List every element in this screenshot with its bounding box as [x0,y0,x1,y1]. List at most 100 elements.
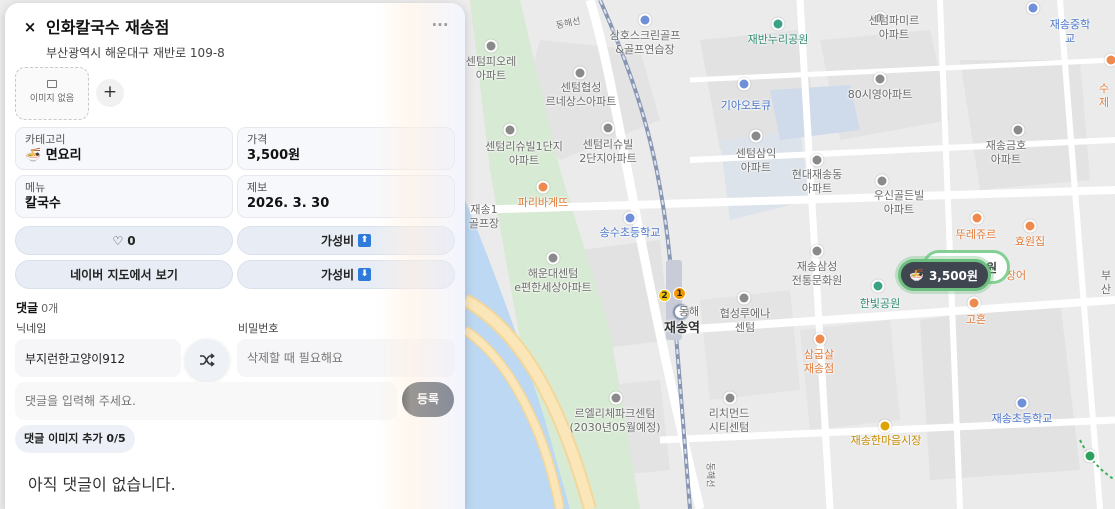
image-empty-label: 이미지 없음 [29,94,75,104]
like-button[interactable]: ♡ 0 [15,226,233,255]
map-label-usin-golden: 우신골든빌 아파트 [873,189,925,216]
submit-comment-button[interactable]: 등록 [402,382,454,417]
culture-center-icon [810,244,824,258]
map-label-sudo: 수제 [1098,82,1110,109]
map-label-gohon: 고혼 [965,313,987,326]
map-label-tous-jours: 뚜레쥬르 [955,228,997,241]
reported-label: 제보 [247,181,268,194]
map-label-haeundae-centum: 해운대센텀 e편한세상아파트 [514,267,592,294]
value-down-label: 가성비 [320,268,355,282]
map-label-jaeban-park: 재반누리공원 [747,33,809,46]
map-label-centum-richville1: 센텀리슈빌1단지 아파트 [485,140,563,167]
map-label-samgeupsal: 삼굽살 재송점 [803,348,835,375]
apartment-icon [810,153,824,167]
value-down-button[interactable]: 가성비 ⬇ [237,260,455,289]
image-icon [47,80,57,88]
password-input[interactable] [237,339,455,377]
map-label-busan-right: 부산 [1100,269,1112,296]
apartment-icon [723,391,737,405]
apartment-icon [749,129,763,143]
map-label-centum-samik: 센텀삼익 아파트 [735,147,777,174]
add-image-button[interactable]: + [96,79,124,107]
nickname-label: 닉네임 [16,322,47,335]
map-label-centum-piore: 센텀피오레 아파트 [465,55,517,82]
comment-input[interactable] [15,382,397,420]
school-icon [1026,1,1040,15]
map-label-jaesong-middle: 재송중학교 [1049,18,1091,45]
noodle-icon: 🍜 [25,148,42,163]
value-up-label: 가성비 [320,234,355,248]
price-marker[interactable]: 🍜 3,500원 [898,259,991,291]
apartment-icon [484,39,498,53]
noodle-icon: 🍜 [909,268,924,282]
place-detail-panel: × 인화칼국수 재송점 ··· 부산광역시 해운대구 재반로 109-8 이미지… [5,3,465,509]
random-nickname-button[interactable] [185,339,229,381]
trail-start-icon [1083,449,1097,463]
map-label-jaesong-samsung: 재송삼성 전통문화원 [791,260,843,287]
map-label-le-eliche: 르엘리체파크센텀 (2030년05월예정) [569,407,661,434]
map-label-centum-hyeopseong: 센텀협성 르네상스아파트 [545,81,617,108]
price-marker-label: 3,500원 [928,268,978,283]
like-count: 0 [127,233,136,248]
map-label-hyundai-jaesong: 현대재송동 아파트 [791,168,843,195]
line-badge-1: 1 [673,287,686,300]
restaurant-icon [1104,53,1115,67]
bakery-icon [536,180,550,194]
comments-heading: 댓글 0개 [16,299,58,316]
line-badge-2: 2 [658,289,671,302]
category-card: 카테고리 🍜 면요리 [15,127,233,170]
map-label-hyowon: 효원집 [1014,235,1046,248]
map-label-kia-autoq: 기아오토큐 [720,99,772,112]
arrow-up-icon: ⬆ [358,234,372,247]
apartment-icon [875,174,889,188]
restaurant-icon [1023,219,1037,233]
comments-count: 0개 [41,302,59,315]
apartment-icon [503,123,517,137]
bakery-icon [970,211,984,225]
park-icon [871,279,885,293]
map-label-paris-baguette: 파리바게뜨 [517,196,569,209]
map-label-samho-golf: 삼호스크린골프 &골프연습장 [609,29,681,56]
map-label-80si-apt: 80시영아파트 [847,88,913,101]
apartment-icon [573,66,587,80]
map-label-jaesong-market: 재송한마음시장 [850,434,922,447]
add-comment-image-button[interactable]: 댓글 이미지 추가 0/5 [15,425,135,453]
price-label: 가격 [247,133,268,146]
apartment-icon [873,72,887,86]
apartment-icon [546,251,560,265]
value-up-button[interactable]: 가성비 ⬆ [237,226,455,255]
no-comments-message: 아직 댓글이 없습니다. [28,475,176,494]
map-label-donghae: 동해 [678,305,700,318]
reported-value: 2026. 3. 30 [247,196,330,211]
close-icon[interactable]: × [21,18,39,36]
apartment-icon [737,291,751,305]
shuffle-icon [200,353,215,367]
map-label-jaesong-elem: 재송초등학교 [991,412,1053,425]
category-value: 면요리 [45,148,82,163]
restaurant-icon [813,332,827,346]
open-naver-map-button[interactable]: 네이버 지도에서 보기 [15,260,233,289]
map-label-songsu-elem: 송수초등학교 [599,226,661,239]
place-address: 부산광역시 해운대구 재반로 109-8 [46,46,225,60]
restaurant-icon [967,296,981,310]
reported-date-card: 제보 2026. 3. 30 [237,175,455,218]
golf-icon [638,13,652,27]
image-placeholder: 이미지 없음 [15,67,89,120]
place-title: 인화칼국수 재송점 [46,18,170,37]
more-options-icon[interactable]: ··· [428,16,452,40]
apartment-icon [609,391,623,405]
menu-card: 메뉴 칼국수 [15,175,233,218]
map-label-jaesong-station: 재송역 [664,321,700,336]
map-label-jaesong-geumho: 재송금호 아파트 [985,139,1027,166]
nickname-input[interactable] [15,339,181,377]
password-label: 비밀번호 [238,322,279,335]
map-label-hyeopseong-renai: 협성루에나 센텀 [719,307,771,334]
school-icon [1015,396,1029,410]
menu-label: 메뉴 [25,181,46,194]
price-card: 가격 3,500원 [237,127,455,170]
school-icon [623,211,637,225]
comments-title: 댓글 [16,301,39,315]
map-label-centum-family: 센텀파미르 아파트 [868,14,920,41]
menu-value: 칼국수 [25,196,61,211]
map-label-jaesong1: 재송1 골프장 [468,203,500,230]
